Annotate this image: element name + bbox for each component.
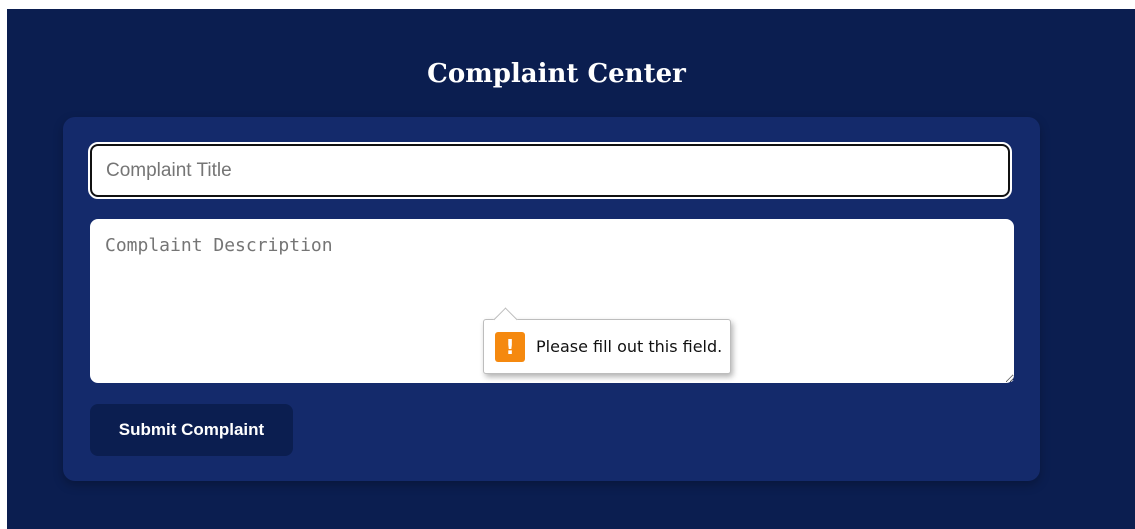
complaint-title-input[interactable]	[88, 142, 1012, 199]
complaint-form: Submit Complaint ! Please fill out this …	[63, 117, 1040, 481]
validation-message: Please fill out this field.	[536, 337, 723, 356]
page-title: Complaint Center	[427, 59, 686, 89]
warning-icon: !	[495, 331, 525, 362]
submit-complaint-button[interactable]: Submit Complaint	[90, 404, 293, 456]
page-background: Complaint Center Submit Complaint ! Plea…	[7, 9, 1135, 529]
validation-tooltip: ! Please fill out this field.	[483, 307, 731, 374]
